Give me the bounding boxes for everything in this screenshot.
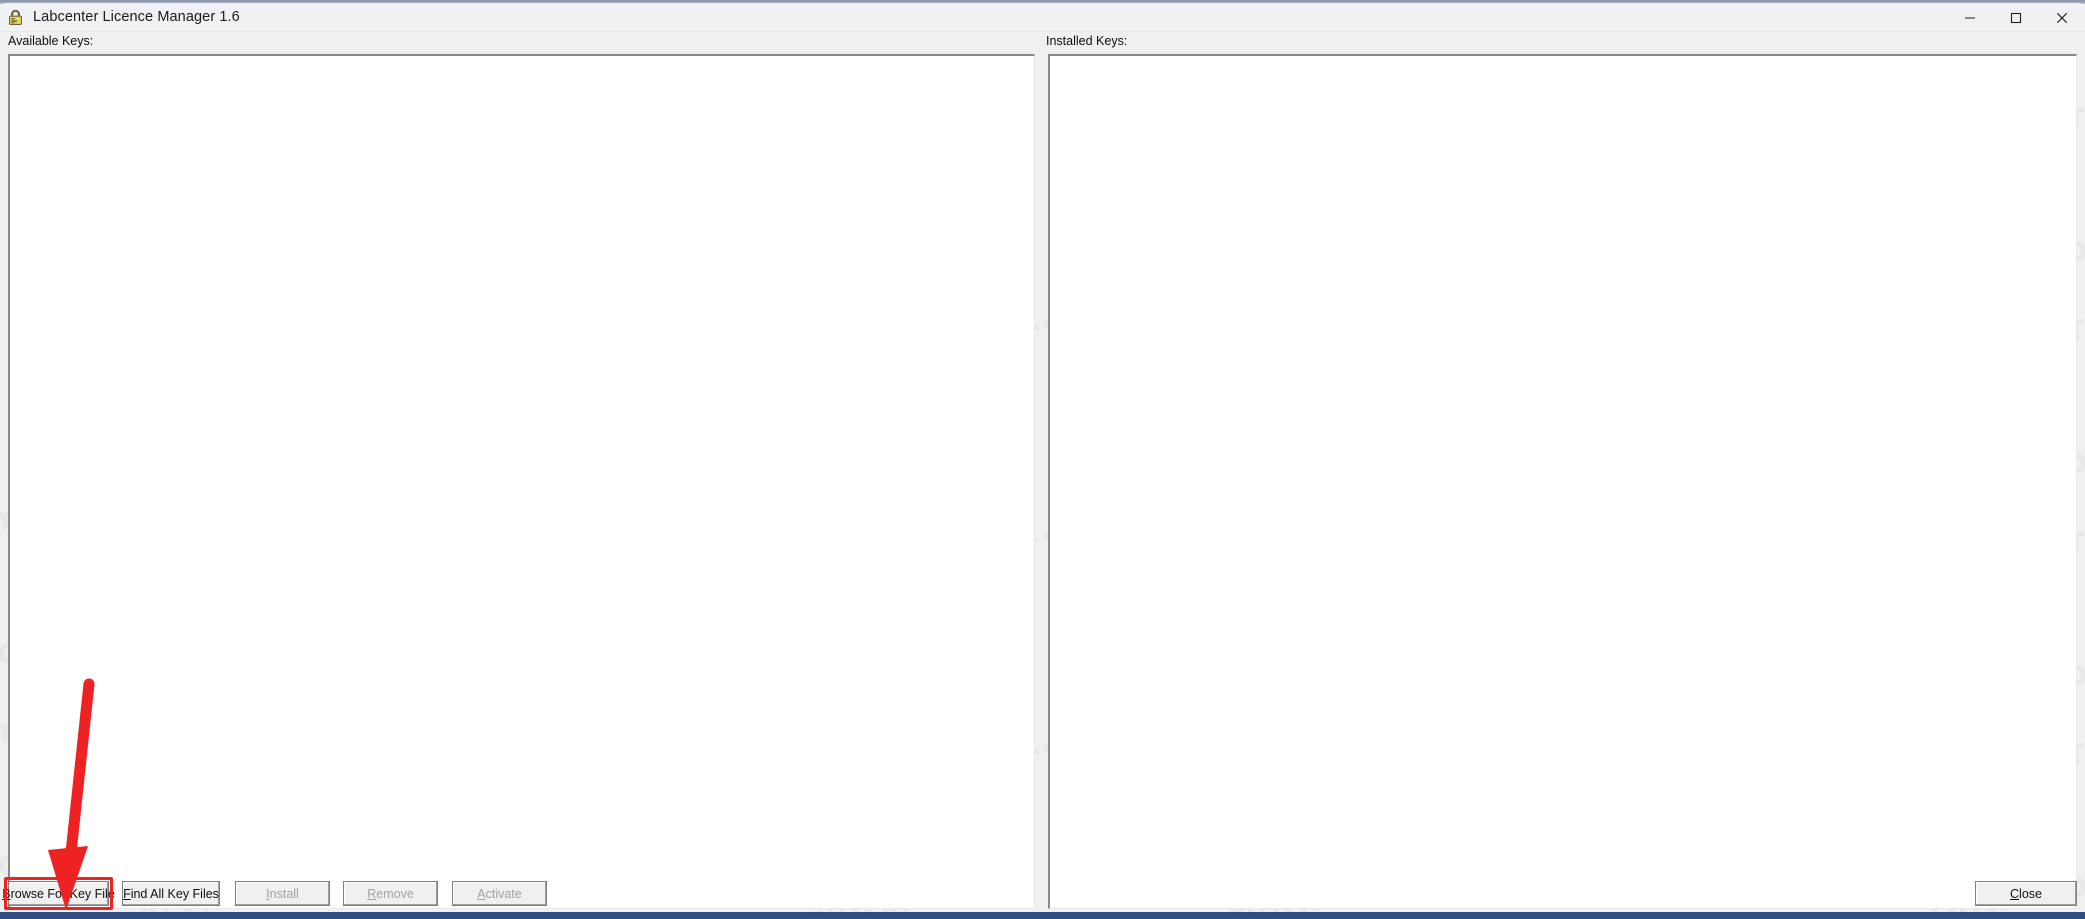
installed-keys-label: Installed Keys:: [1046, 34, 1128, 48]
window-title: Labcenter Licence Manager 1.6: [33, 9, 240, 25]
close-label: Close: [2010, 886, 2042, 901]
title-bar-left: Labcenter Licence Manager 1.6: [0, 9, 240, 26]
browse-for-key-file-label: Browse For Key File: [2, 886, 115, 901]
button-bar: Browse For Key File Find All Key Files I…: [0, 875, 2085, 913]
client-area: rjotx. com rjotx. com rjotx. com rjotx. …: [0, 32, 2085, 913]
activate-label: Activate: [477, 886, 522, 901]
find-all-key-files-button[interactable]: Find All Key Files: [122, 881, 220, 906]
close-window-button[interactable]: [2039, 3, 2085, 32]
title-bar: Labcenter Licence Manager 1.6: [0, 3, 2085, 32]
minimize-button[interactable]: [1947, 3, 1993, 32]
find-all-key-files-label: Find All Key Files: [123, 886, 219, 901]
licence-manager-window: Labcenter Licence Manager 1.6 rjotx. com…: [0, 3, 2085, 913]
padlock-icon: [7, 9, 24, 26]
installed-keys-list[interactable]: [1048, 54, 2077, 909]
browse-for-key-file-button[interactable]: Browse For Key File: [2, 881, 115, 906]
screen: Labcenter Licence Manager 1.6 rjotx. com…: [0, 0, 2085, 919]
maximize-button[interactable]: [1993, 3, 2039, 32]
remove-button[interactable]: Remove: [343, 881, 438, 906]
install-label: Install: [266, 886, 299, 901]
install-button[interactable]: Install: [235, 881, 330, 906]
window-controls: [1947, 3, 2085, 32]
remove-label: Remove: [367, 886, 414, 901]
available-keys-list[interactable]: [8, 54, 1035, 909]
desktop-bottom-strip: [0, 912, 2085, 919]
close-button[interactable]: Close: [1975, 881, 2077, 906]
available-keys-label: Available Keys:: [8, 34, 94, 48]
activate-button[interactable]: Activate: [452, 881, 547, 906]
